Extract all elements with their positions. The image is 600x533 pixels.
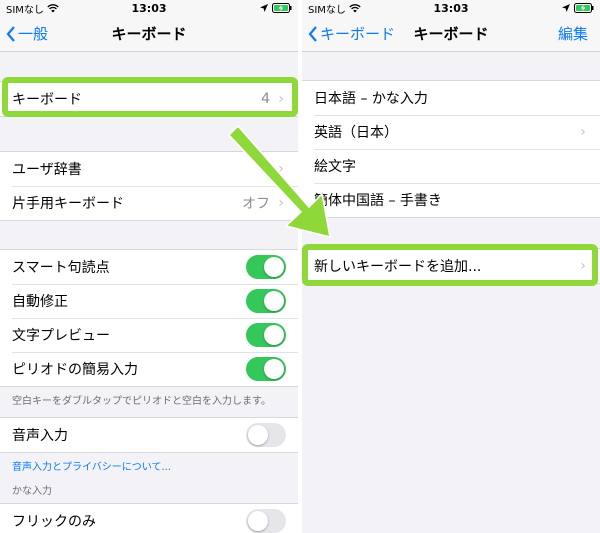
chevron-left-icon: [6, 25, 15, 42]
back-button[interactable]: キーボード: [308, 23, 395, 44]
character-preview-label: 文字プレビュー: [12, 328, 110, 344]
auto-correction-row: 自動修正: [0, 284, 298, 318]
flick-only-switch[interactable]: [246, 509, 286, 533]
one-handed-keyboard-label: 片手用キーボード: [12, 196, 124, 212]
flick-only-label: フリックのみ: [12, 514, 96, 530]
keyboards-list: 日本語 – かな入力 英語（日本） › 絵文字 簡体中国語 – 手書き: [302, 80, 600, 218]
back-label: キーボード: [320, 25, 396, 43]
add-new-keyboard-row[interactable]: 新しいキーボードを追加... ›: [302, 249, 600, 283]
period-shortcut-label: ピリオドの簡易入力: [12, 362, 138, 378]
chevron-right-icon: ›: [278, 161, 284, 177]
dictation-label: 音声入力: [12, 428, 68, 444]
one-handed-keyboard-row[interactable]: 片手用キーボード オフ ›: [0, 186, 298, 220]
flick-only-row: フリックのみ: [0, 504, 298, 533]
add-keyboard-group: 新しいキーボードを追加... ›: [302, 248, 600, 284]
keyboard-item-label: 英語（日本）: [314, 125, 398, 141]
back-button[interactable]: 一般: [6, 23, 48, 44]
kana-input-header: かな入力: [12, 486, 52, 497]
add-new-keyboard-label: 新しいキーボードを追加...: [314, 259, 482, 275]
period-shortcut-row: ピリオドの簡易入力: [0, 352, 298, 386]
period-shortcut-footnote: 空白キーをダブルタップでピリオドと空白を入力します。: [12, 395, 271, 407]
edit-button[interactable]: 編集: [558, 23, 588, 44]
keyboards-count: 4: [261, 91, 270, 107]
dictation-group: 音声入力: [0, 417, 298, 453]
keyboard-item-label: 日本語 – かな入力: [314, 91, 428, 107]
character-preview-switch[interactable]: [246, 323, 286, 347]
period-shortcut-switch[interactable]: [246, 357, 286, 381]
smart-punctuation-label: スマート句読点: [12, 260, 110, 276]
chevron-right-icon: ›: [580, 124, 586, 140]
keyboards-list-screen: SIMなし 13:03 キーボード キーボード 編集 日本語 – かな入力 英語…: [302, 0, 600, 533]
smart-punctuation-row: スマート句読点: [0, 250, 298, 284]
keyboard-item-label: 絵文字: [314, 159, 356, 175]
keyboards-group: キーボード 4 ›: [0, 81, 298, 117]
character-preview-row: 文字プレビュー: [0, 318, 298, 352]
chevron-right-icon: ›: [580, 258, 586, 274]
status-time: 13:03: [433, 1, 469, 15]
one-handed-keyboard-value: オフ: [242, 196, 270, 212]
navigation-bar: キーボード キーボード 編集: [302, 16, 600, 52]
keyboard-settings-screen: SIMなし 13:03 一般 キーボード キーボード 4 › ユーザ辞書 › 片…: [0, 0, 298, 533]
status-time: 13:03: [131, 1, 167, 15]
smart-punctuation-switch[interactable]: [246, 255, 286, 279]
keyboards-row[interactable]: キーボード 4 ›: [0, 82, 298, 116]
keyboards-label: キーボード: [12, 92, 82, 108]
keyboard-item[interactable]: 日本語 – かな入力: [302, 81, 600, 115]
chevron-left-icon: [308, 25, 317, 42]
chevron-right-icon: ›: [278, 195, 284, 211]
keyboard-item-label: 簡体中国語 – 手書き: [314, 193, 442, 209]
keyboard-item[interactable]: 英語（日本） ›: [302, 115, 600, 149]
back-label: 一般: [18, 25, 49, 43]
dictation-switch[interactable]: [246, 423, 286, 447]
dictionary-group: ユーザ辞書 › 片手用キーボード オフ ›: [0, 151, 298, 221]
keyboard-item[interactable]: 簡体中国語 – 手書き: [302, 183, 600, 217]
navigation-bar: 一般 キーボード: [0, 16, 298, 52]
kana-group: フリックのみ: [0, 503, 298, 533]
chevron-right-icon: ›: [278, 91, 284, 107]
user-dictionary-label: ユーザ辞書: [12, 162, 82, 178]
toggles-group: スマート句読点 自動修正 文字プレビュー ピリオドの簡易入力: [0, 249, 298, 387]
status-bar: SIMなし 13:03: [302, 0, 600, 16]
user-dictionary-row[interactable]: ユーザ辞書 ›: [0, 152, 298, 186]
dictation-privacy-link[interactable]: 音声入力とプライバシーについて...: [0, 453, 298, 477]
keyboard-item[interactable]: 絵文字: [302, 149, 600, 183]
status-bar: SIMなし 13:03: [0, 0, 298, 16]
dictation-row: 音声入力: [0, 418, 298, 452]
auto-correction-label: 自動修正: [12, 294, 68, 310]
auto-correction-switch[interactable]: [246, 289, 286, 313]
